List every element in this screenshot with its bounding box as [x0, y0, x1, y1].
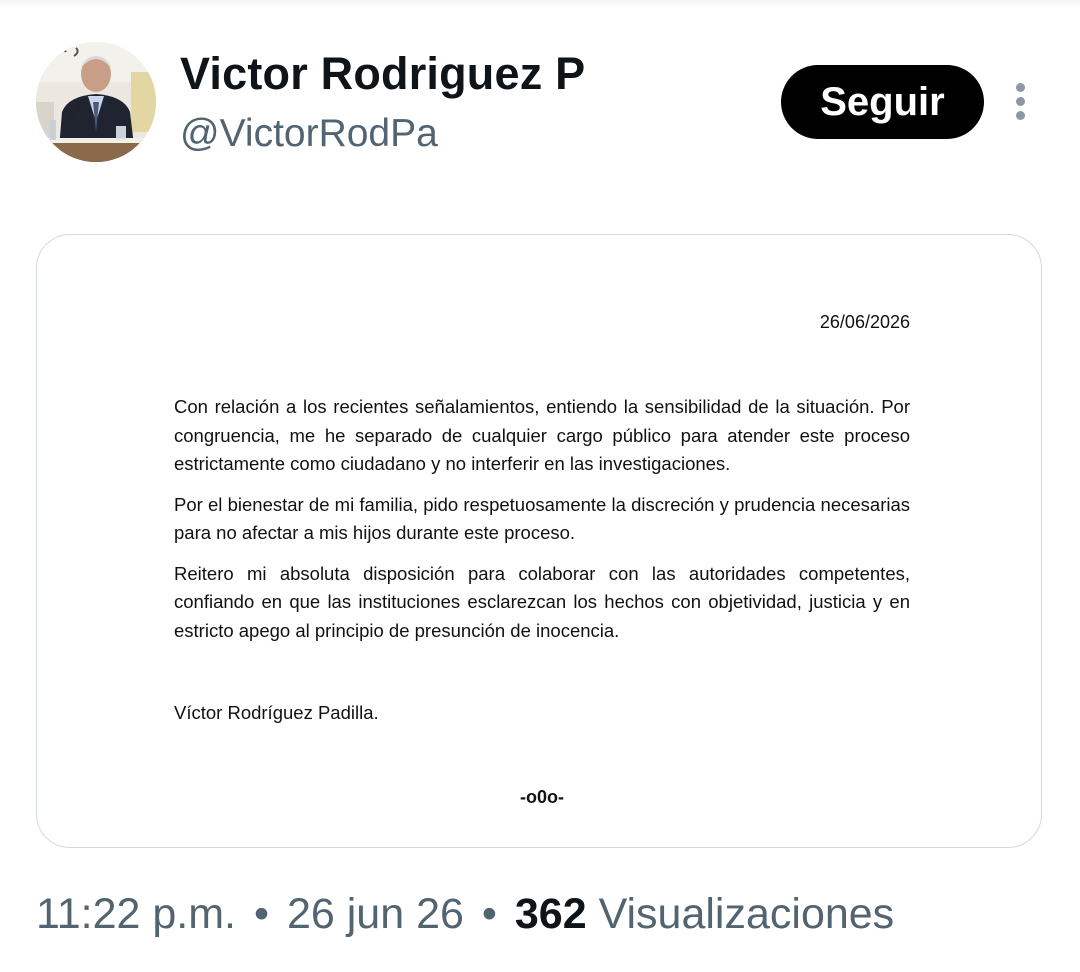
post-time[interactable]: 11:22 p.m.	[36, 890, 236, 938]
avatar-photo	[36, 42, 156, 162]
statement-date: 26/06/2026	[819, 312, 910, 332]
separator: •	[481, 890, 497, 938]
more-options-icon[interactable]	[1004, 78, 1036, 126]
dot	[1016, 111, 1025, 120]
dot	[1016, 83, 1025, 92]
statement-closing: -o0o-	[520, 787, 564, 807]
top-divider	[0, 0, 1080, 8]
statement-paragraph: Por el bienestar de mi familia, pido res…	[174, 493, 910, 544]
views-count: 362	[514, 890, 587, 938]
separator: •	[253, 890, 270, 938]
statement-paragraph: Con relación a los recientes señalamient…	[174, 396, 910, 474]
post-meta: 11:22 p.m. • 26 jun 26 • 362 Visualizaci…	[36, 884, 894, 944]
display-name[interactable]: Victor Rodriguez P	[180, 46, 585, 102]
avatar[interactable]	[36, 42, 156, 162]
statement-signature: Víctor Rodríguez Padilla.	[174, 702, 379, 723]
statement-body: Con relación a los recientes señalamient…	[174, 393, 910, 657]
user-handle[interactable]: @VictorRodPa	[180, 108, 438, 160]
views-label: Visualizaciones	[598, 890, 895, 938]
statement-paragraph: Reitero mi absoluta disposición para col…	[174, 562, 910, 641]
post-date[interactable]: 26 jun 26	[287, 890, 464, 938]
dot	[1016, 97, 1025, 106]
attached-image[interactable]: 26/06/2026 Con relación a los recientes …	[36, 234, 1042, 848]
follow-button[interactable]: Seguir	[781, 65, 984, 139]
